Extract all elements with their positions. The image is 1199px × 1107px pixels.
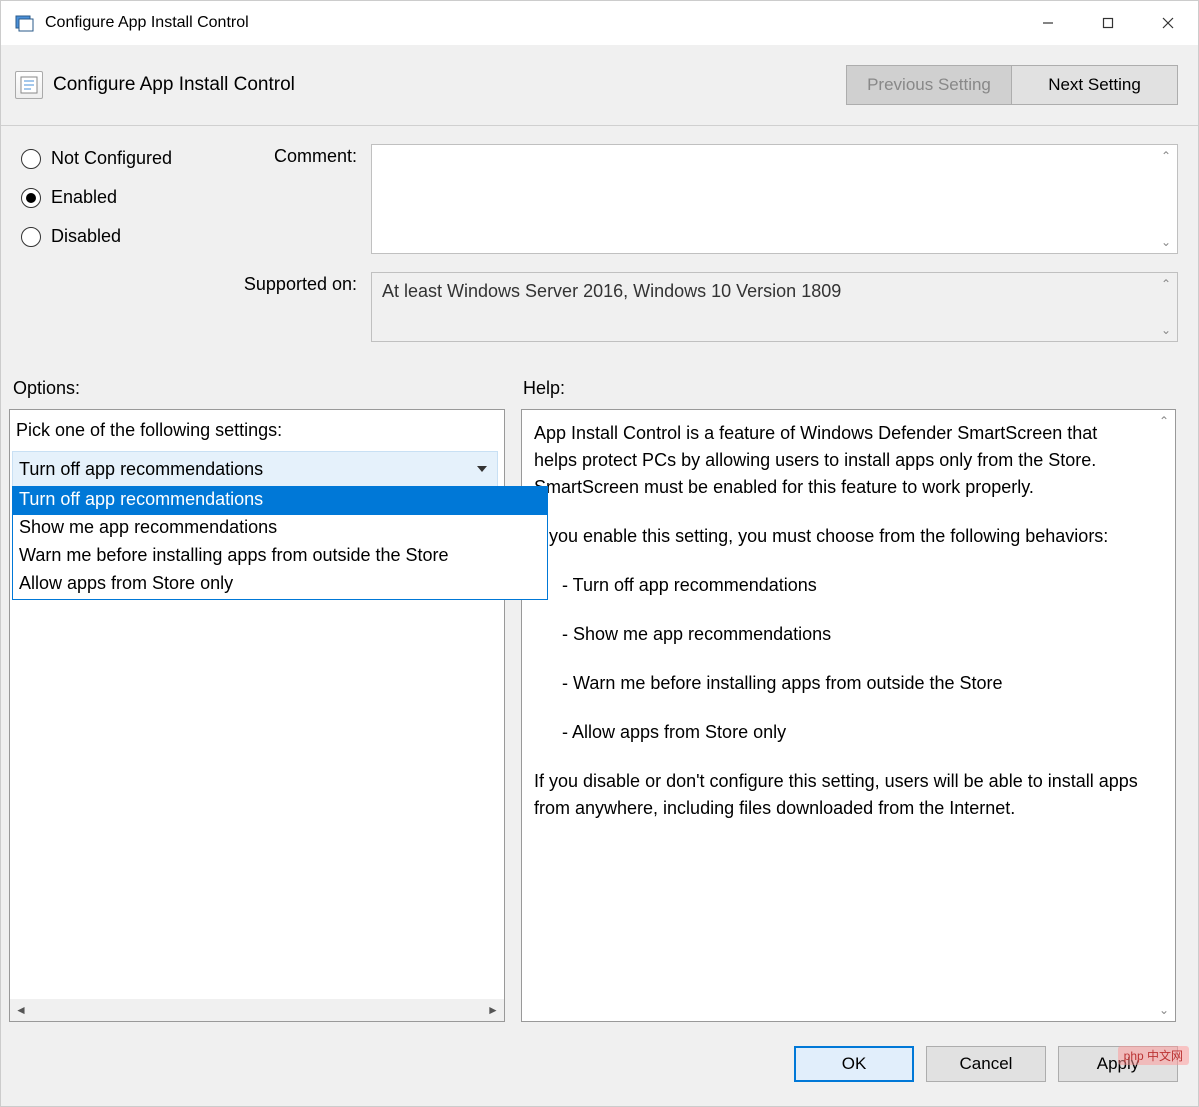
minimize-button[interactable] bbox=[1018, 1, 1078, 45]
scroll-left-icon[interactable]: ◄ bbox=[10, 999, 32, 1021]
window-controls bbox=[1018, 1, 1198, 45]
next-setting-button[interactable]: Next Setting bbox=[1012, 65, 1178, 105]
radio-label: Not Configured bbox=[51, 148, 172, 169]
dropdown-item[interactable]: Allow apps from Store only bbox=[13, 571, 547, 599]
help-bullet: - Show me app recommendations bbox=[534, 621, 1140, 648]
scroll-up-icon[interactable]: ⌃ bbox=[1155, 145, 1177, 167]
supported-value-box: At least Windows Server 2016, Windows 10… bbox=[371, 272, 1178, 342]
scroll-down-icon[interactable]: ⌄ bbox=[1155, 231, 1177, 253]
radio-disabled[interactable]: Disabled bbox=[21, 226, 221, 247]
help-wrap: App Install Control is a feature of Wind… bbox=[521, 409, 1176, 1022]
footer-buttons: OK Cancel Apply bbox=[1, 1032, 1198, 1106]
radio-not-configured[interactable]: Not Configured bbox=[21, 148, 221, 169]
radio-label: Disabled bbox=[51, 226, 121, 247]
dropdown-item[interactable]: Show me app recommendations bbox=[13, 515, 547, 543]
options-panel: Pick one of the following settings: Turn… bbox=[9, 409, 505, 1022]
panels: Pick one of the following settings: Turn… bbox=[1, 409, 1198, 1032]
nav-buttons: Previous Setting Next Setting bbox=[846, 65, 1178, 105]
maximize-button[interactable] bbox=[1078, 1, 1138, 45]
help-text: If you disable or don't configure this s… bbox=[534, 768, 1140, 822]
settings-dropdown[interactable]: Turn off app recommendations Show me app… bbox=[12, 486, 548, 600]
settings-combo[interactable]: Turn off app recommendations bbox=[10, 451, 498, 487]
config-area: Not Configured Enabled Disabled Comment:… bbox=[1, 126, 1198, 370]
scroll-right-icon[interactable]: ► bbox=[482, 999, 504, 1021]
state-radios: Not Configured Enabled Disabled bbox=[21, 144, 221, 360]
supported-row: Supported on: At least Windows Server 20… bbox=[221, 272, 1178, 342]
help-bullet: - Warn me before installing apps from ou… bbox=[534, 670, 1140, 697]
comment-label: Comment: bbox=[221, 144, 371, 167]
options-section-label: Options: bbox=[13, 378, 523, 399]
help-section-label: Help: bbox=[523, 378, 565, 399]
titlebar: Configure App Install Control bbox=[1, 1, 1198, 45]
help-scrollbar[interactable]: ⌃ ⌄ bbox=[1152, 409, 1176, 1022]
app-icon bbox=[13, 11, 37, 35]
policy-icon bbox=[15, 71, 43, 99]
dropdown-item[interactable]: Turn off app recommendations bbox=[13, 487, 547, 515]
radio-input[interactable] bbox=[21, 149, 41, 169]
close-button[interactable] bbox=[1138, 1, 1198, 45]
page-title: Configure App Install Control bbox=[53, 74, 846, 96]
help-bullet: - Turn off app recommendations bbox=[534, 572, 1140, 599]
fields: Comment: ⌃ ⌄ Supported on: At least Wind… bbox=[221, 144, 1178, 360]
radio-input[interactable] bbox=[21, 227, 41, 247]
window-title: Configure App Install Control bbox=[45, 14, 1018, 32]
scroll-down-icon[interactable]: ⌄ bbox=[1155, 319, 1177, 341]
scroll-up-icon[interactable]: ⌃ bbox=[1155, 273, 1177, 295]
comment-input[interactable]: ⌃ ⌄ bbox=[371, 144, 1178, 254]
options-prompt: Pick one of the following settings: bbox=[10, 410, 504, 451]
header: Configure App Install Control Previous S… bbox=[1, 45, 1198, 126]
dropdown-item[interactable]: Warn me before installing apps from outs… bbox=[13, 543, 547, 571]
scroll-down-icon[interactable]: ⌄ bbox=[1153, 999, 1175, 1021]
supported-value: At least Windows Server 2016, Windows 10… bbox=[382, 281, 841, 301]
app-window: Configure App Install Control Configure … bbox=[0, 0, 1199, 1107]
radio-label: Enabled bbox=[51, 187, 117, 208]
comment-row: Comment: ⌃ ⌄ bbox=[221, 144, 1178, 254]
radio-input[interactable] bbox=[21, 188, 41, 208]
help-bullet: - Allow apps from Store only bbox=[534, 719, 1140, 746]
combo-selected[interactable]: Turn off app recommendations bbox=[12, 451, 498, 487]
ok-button[interactable]: OK bbox=[794, 1046, 914, 1082]
help-panel: App Install Control is a feature of Wind… bbox=[521, 409, 1152, 1022]
radio-enabled[interactable]: Enabled bbox=[21, 187, 221, 208]
help-text: If you enable this setting, you must cho… bbox=[534, 523, 1140, 550]
cancel-button[interactable]: Cancel bbox=[926, 1046, 1046, 1082]
scroll-track[interactable] bbox=[32, 999, 482, 1021]
previous-setting-button[interactable]: Previous Setting bbox=[846, 65, 1012, 105]
options-scrollbar[interactable]: ◄ ► bbox=[10, 999, 504, 1021]
help-text: App Install Control is a feature of Wind… bbox=[534, 420, 1140, 501]
scroll-up-icon[interactable]: ⌃ bbox=[1153, 410, 1175, 432]
watermark: php 中文网 bbox=[1118, 1046, 1189, 1065]
section-labels: Options: Help: bbox=[1, 370, 1198, 409]
combo-selected-text: Turn off app recommendations bbox=[19, 459, 263, 480]
supported-label: Supported on: bbox=[221, 272, 371, 295]
